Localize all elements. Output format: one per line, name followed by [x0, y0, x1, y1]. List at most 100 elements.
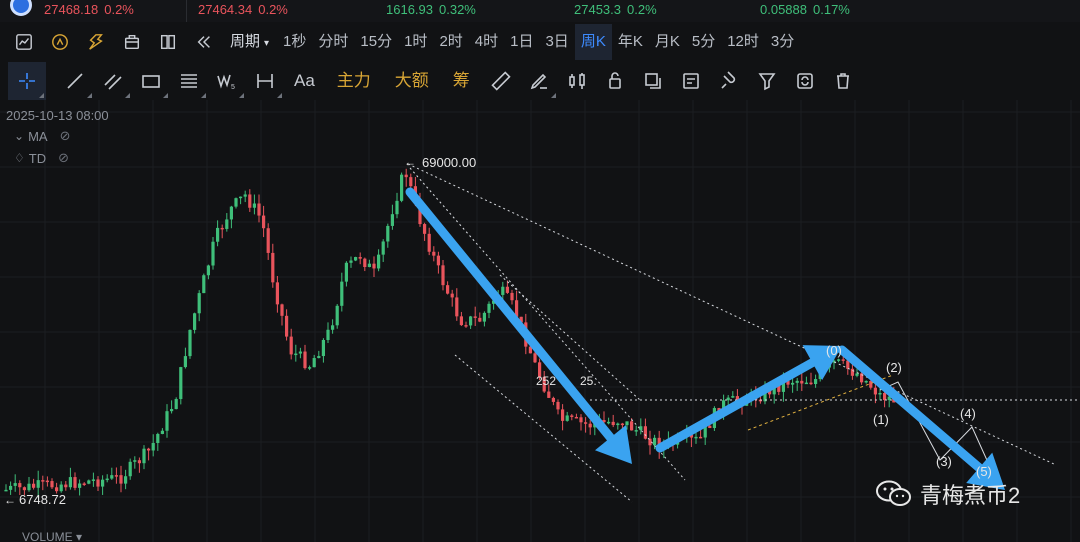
- large-order-button[interactable]: 大额: [383, 62, 441, 100]
- candle-body: [837, 359, 841, 361]
- candle-body: [395, 200, 399, 215]
- candle-body: [473, 316, 477, 318]
- rectangle-icon[interactable]: [132, 62, 170, 100]
- indicator-compass-icon[interactable]: [42, 24, 78, 60]
- candle-body: [298, 351, 302, 354]
- candle-body: [478, 317, 482, 322]
- wave-label: (1): [873, 412, 889, 427]
- chevron-down-icon[interactable]: ⌄: [14, 129, 24, 143]
- volume-label[interactable]: VOLUME ▾: [22, 530, 82, 542]
- candle-body: [505, 286, 509, 293]
- indicator-ma[interactable]: ⌄ MA ⊘: [14, 128, 70, 144]
- candle-body: [234, 198, 238, 207]
- interval-tab[interactable]: 年K: [612, 24, 649, 60]
- interval-tab[interactable]: 12时: [721, 24, 765, 60]
- candle-body: [317, 356, 321, 359]
- channel-line-upper: [409, 167, 686, 481]
- eye-hidden-icon[interactable]: ⊘: [60, 128, 71, 144]
- price-chart[interactable]: ← 69000.00← 6748.72252 25.(0)(1)(2)(3)(4)(5…: [0, 100, 1080, 542]
- interval-tab[interactable]: 周K: [574, 24, 612, 60]
- candle-body: [27, 483, 31, 491]
- candle-body: [179, 367, 183, 400]
- candle-body: [469, 316, 473, 326]
- ticker-4[interactable]: 27453.3 0.2%: [574, 2, 657, 17]
- interval-tab[interactable]: 1时: [398, 24, 433, 60]
- fibonacci-icon[interactable]: [170, 62, 208, 100]
- interval-tab[interactable]: 1日: [504, 24, 539, 60]
- chart-area[interactable]: ← 69000.00 ← 6748.72 252 25. (0) (1) (2) (3) (4) (5…: [0, 100, 1080, 542]
- candle-body: [170, 409, 174, 412]
- interval-tab[interactable]: 1秒: [277, 24, 312, 60]
- measure-icon[interactable]: [246, 62, 284, 100]
- chart-timestamp: 2025-10-13 08:00: [6, 108, 109, 123]
- candle-body: [367, 263, 371, 268]
- interval-tab[interactable]: 3分: [765, 24, 800, 60]
- interval-tab[interactable]: 3日: [539, 24, 574, 60]
- candle-body: [110, 475, 114, 479]
- crosshair-icon[interactable]: [8, 62, 46, 100]
- rewind-icon[interactable]: [186, 24, 222, 60]
- candle-body: [59, 484, 63, 492]
- candle-body: [409, 177, 413, 187]
- ticker-2[interactable]: 27464.34 0.2%: [198, 2, 288, 17]
- candle-body: [694, 436, 698, 439]
- chart-type-icon[interactable]: [6, 24, 42, 60]
- lock-icon[interactable]: [596, 62, 634, 100]
- candle-body: [331, 325, 335, 330]
- parallel-channel-icon[interactable]: [94, 62, 132, 100]
- eye-hidden-icon[interactable]: ⊘: [58, 150, 69, 166]
- interval-tab[interactable]: 分时: [312, 24, 354, 60]
- candle-body: [436, 255, 440, 266]
- layout-icon[interactable]: [150, 24, 186, 60]
- candle-body: [565, 415, 569, 421]
- trash-icon[interactable]: [824, 62, 862, 100]
- bell-icon[interactable]: ♢: [14, 151, 25, 165]
- interval-toolbar: 周期 ▾ 1秒 分时 15分 1时 2时 4时 1日 3日 周K 年K 月K 5分 12时 3分: [0, 24, 1080, 60]
- candle-body: [551, 397, 555, 402]
- indicator-td[interactable]: ♢ TD ⊘: [14, 150, 69, 166]
- ticker-5[interactable]: 0.05888 0.17%: [760, 2, 850, 17]
- trendline-icon[interactable]: [56, 62, 94, 100]
- candle-body: [358, 257, 362, 259]
- copy-icon[interactable]: [634, 62, 672, 100]
- candle-body: [68, 477, 72, 488]
- watermark-text: 青梅煮币2: [920, 483, 1021, 508]
- candle-body: [795, 380, 799, 383]
- filter-icon[interactable]: [748, 62, 786, 100]
- candle-body: [588, 423, 592, 428]
- brush-icon[interactable]: [520, 62, 558, 100]
- main-force-button[interactable]: 主力: [325, 62, 383, 100]
- period-dropdown[interactable]: 周期 ▾: [222, 24, 277, 60]
- magnet-icon[interactable]: [710, 62, 748, 100]
- candles-icon[interactable]: [558, 62, 596, 100]
- candle-body: [561, 409, 565, 421]
- ticker-1[interactable]: 27468.18 0.2%: [44, 2, 134, 17]
- interval-tab[interactable]: 月K: [649, 24, 686, 60]
- interval-tab[interactable]: 4时: [469, 24, 504, 60]
- interval-tab[interactable]: 2时: [433, 24, 468, 60]
- ruler-icon[interactable]: [482, 62, 520, 100]
- edit-note-icon[interactable]: [672, 62, 710, 100]
- lightning-icon[interactable]: [78, 24, 114, 60]
- candle-body: [400, 174, 404, 201]
- interval-tab[interactable]: 15分: [354, 24, 398, 60]
- ticker-3[interactable]: 1616.93 0.32%: [386, 2, 476, 17]
- candle-body: [372, 263, 376, 269]
- sync-icon[interactable]: [786, 62, 824, 100]
- candle-body: [32, 483, 36, 488]
- candle-body: [533, 353, 537, 363]
- candle-body: [354, 257, 358, 261]
- candle-body: [791, 382, 795, 385]
- candle-body: [446, 285, 450, 294]
- interval-tab[interactable]: 5分: [686, 24, 721, 60]
- chevron-down-icon: ▾: [264, 38, 270, 49]
- text-tool[interactable]: Aa: [284, 62, 325, 100]
- briefcase-icon[interactable]: [114, 24, 150, 60]
- candle-body: [731, 396, 735, 398]
- ticker-change: 0.17%: [813, 2, 850, 17]
- candle-body: [280, 304, 284, 316]
- chips-button[interactable]: 筹: [441, 62, 482, 100]
- candle-body: [183, 356, 187, 368]
- annotation-label: 252: [536, 374, 556, 388]
- wave-pattern-icon[interactable]: 5: [208, 62, 246, 100]
